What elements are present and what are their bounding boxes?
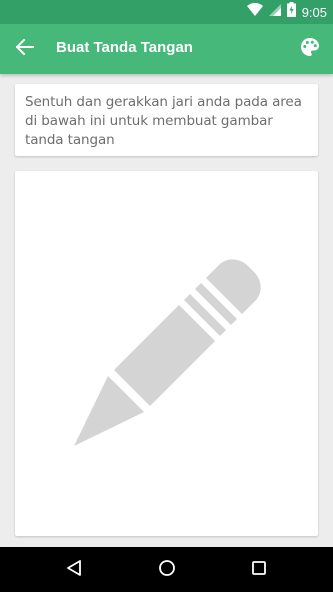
status-icons: 9:05: [246, 2, 327, 22]
page-title: Buat Tanda Tangan: [56, 39, 193, 56]
instruction-text: Sentuh dan gerakkan jari anda pada area …: [25, 94, 302, 148]
battery-charging-icon: [286, 2, 296, 22]
pencil-icon: [70, 256, 270, 451]
system-nav-bar: [0, 547, 333, 592]
back-button[interactable]: [10, 35, 40, 63]
instruction-card: Sentuh dan gerakkan jari anda pada area …: [15, 84, 318, 156]
signature-canvas[interactable]: [15, 171, 318, 536]
arrow-back-icon: [15, 38, 34, 60]
nav-recents-button[interactable]: [246, 557, 272, 583]
status-bar: 9:05: [0, 0, 333, 24]
recents-square-icon: [251, 560, 267, 581]
home-circle-icon: [158, 559, 176, 582]
app-bar: Buat Tanda Tangan: [0, 24, 333, 74]
nav-back-button[interactable]: [61, 557, 87, 583]
color-palette-button[interactable]: [295, 35, 325, 63]
palette-icon: [300, 37, 320, 62]
wifi-icon: [246, 2, 263, 21]
back-triangle-icon: [65, 559, 83, 582]
status-time: 9:05: [301, 4, 327, 20]
signal-icon: [268, 3, 281, 21]
nav-home-button[interactable]: [154, 557, 180, 583]
